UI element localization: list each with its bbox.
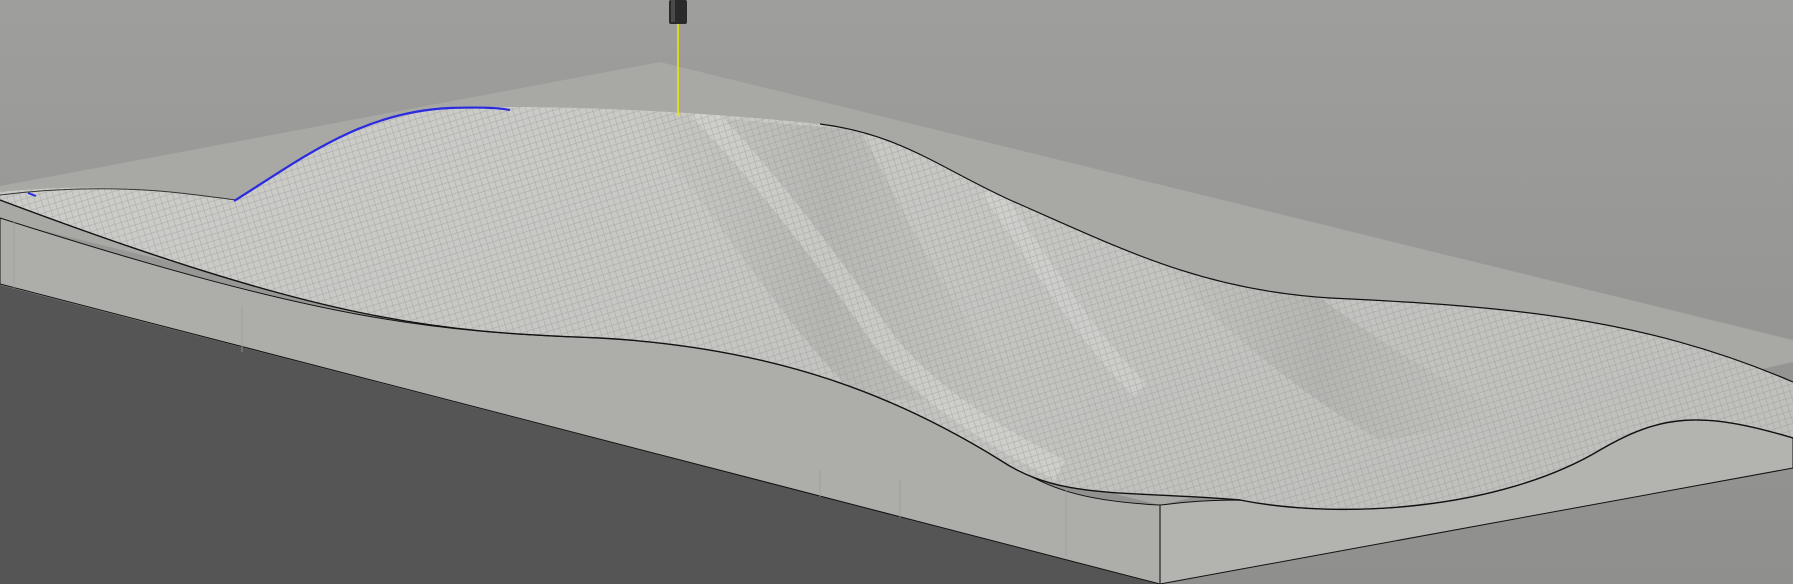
3d-viewport[interactable] [0,0,1793,584]
tool-highlight [671,0,675,22]
scene [0,0,1793,584]
